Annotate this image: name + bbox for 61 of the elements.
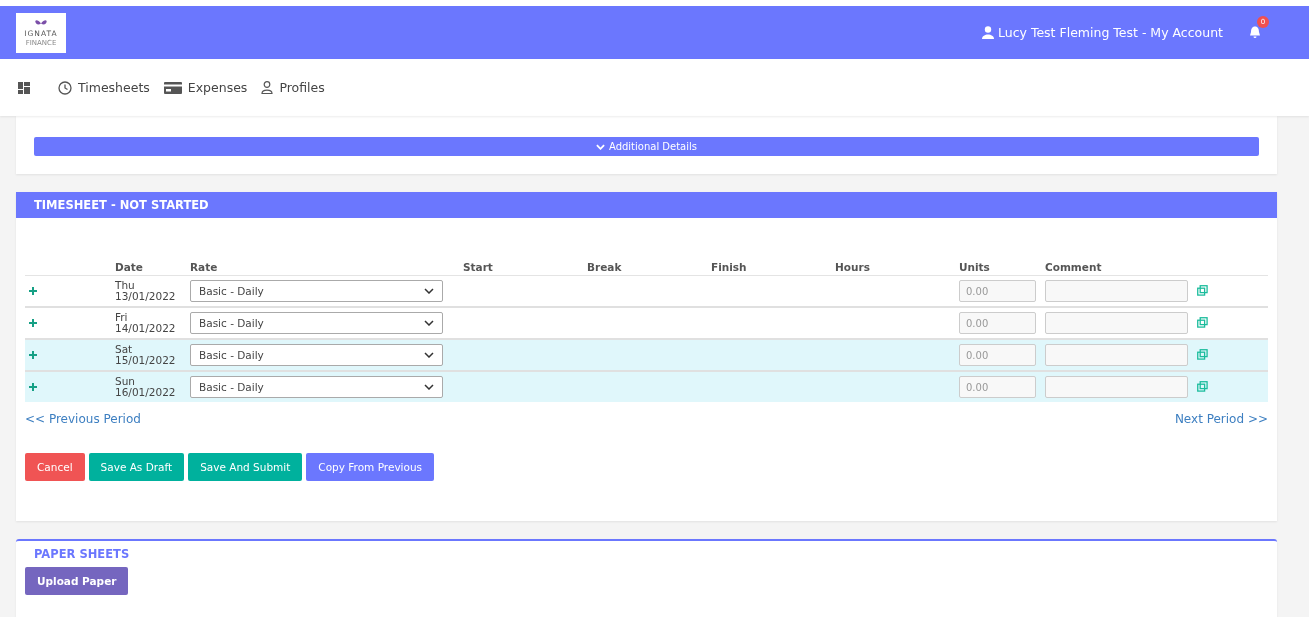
dashboard-icon[interactable] xyxy=(18,81,30,94)
comment-field[interactable] xyxy=(1045,344,1188,366)
action-button[interactable]: Save As Draft xyxy=(88,453,185,481)
rate-select[interactable]: Basic - Daily xyxy=(190,312,443,334)
copy-icon[interactable] xyxy=(1197,380,1208,392)
rate-select[interactable]: Basic - Daily xyxy=(190,376,443,398)
upload-paper-button[interactable]: Upload Paper xyxy=(25,567,129,595)
date-label: 15/01/2022 xyxy=(115,355,177,366)
column-header: Comment xyxy=(1045,258,1197,276)
day-label: Thu xyxy=(115,280,136,291)
day-label: Sun xyxy=(115,376,136,387)
bell-icon xyxy=(1249,26,1261,39)
nav-link[interactable]: Timesheets xyxy=(58,80,150,95)
column-header: Date xyxy=(115,258,190,276)
units-field[interactable]: 0.00 xyxy=(959,344,1036,366)
comment-field[interactable] xyxy=(1045,280,1188,302)
units-field[interactable]: 0.00 xyxy=(959,376,1036,398)
day-label: Sat xyxy=(115,344,134,355)
card-icon xyxy=(163,81,182,94)
plus-icon[interactable] xyxy=(29,287,37,295)
rate-select[interactable]: Basic - Daily xyxy=(190,344,443,366)
column-header: Rate xyxy=(190,258,463,276)
action-button[interactable]: Copy From Previous xyxy=(306,453,435,481)
action-button[interactable]: Save And Submit xyxy=(188,453,303,481)
day-label: Fri xyxy=(115,312,129,323)
units-field[interactable]: 0.00 xyxy=(959,312,1036,334)
account-link[interactable]: Lucy Test Fleming Test - My Account xyxy=(981,25,1223,40)
column-header: Break xyxy=(587,258,711,276)
chevron-icon xyxy=(595,143,605,150)
plus-icon[interactable] xyxy=(29,319,37,327)
user-icon xyxy=(981,26,994,39)
caret-icon xyxy=(424,320,434,326)
plus-icon[interactable] xyxy=(29,383,37,391)
date-label: 13/01/2022 xyxy=(115,291,177,302)
clock-icon xyxy=(58,80,72,95)
nav-link[interactable]: Expenses xyxy=(163,80,248,95)
date-label: 14/01/2022 xyxy=(115,323,177,334)
column-header: Finish xyxy=(711,258,835,276)
timesheet-title: TIMESHEET - NOT STARTED xyxy=(16,192,1277,218)
units-field[interactable]: 0.00 xyxy=(959,280,1036,302)
date-label: 16/01/2022 xyxy=(115,387,177,398)
person-icon xyxy=(261,81,274,94)
action-button[interactable]: Cancel xyxy=(25,453,85,481)
caret-icon xyxy=(424,352,434,358)
copy-icon[interactable] xyxy=(1197,284,1208,296)
next-period-link[interactable]: Next Period >> xyxy=(1174,412,1268,426)
previous-period-link[interactable]: << Previous Period xyxy=(25,412,141,426)
additional-details-button[interactable]: Additional Details xyxy=(34,137,1259,156)
caret-icon xyxy=(424,288,434,294)
copy-icon[interactable] xyxy=(1197,316,1208,328)
column-header: Units xyxy=(959,258,1045,276)
copy-icon[interactable] xyxy=(1197,348,1208,360)
column-header: Hours xyxy=(835,258,959,276)
comment-field[interactable] xyxy=(1045,376,1188,398)
nav-link[interactable]: Profiles xyxy=(261,80,325,95)
rate-select[interactable]: Basic - Daily xyxy=(190,280,443,302)
comment-field[interactable] xyxy=(1045,312,1188,334)
caret-icon xyxy=(424,384,434,390)
paper-sheets-title: PAPER SHEETS xyxy=(34,547,131,561)
plus-icon[interactable] xyxy=(29,351,37,359)
column-header: Start xyxy=(463,258,587,276)
